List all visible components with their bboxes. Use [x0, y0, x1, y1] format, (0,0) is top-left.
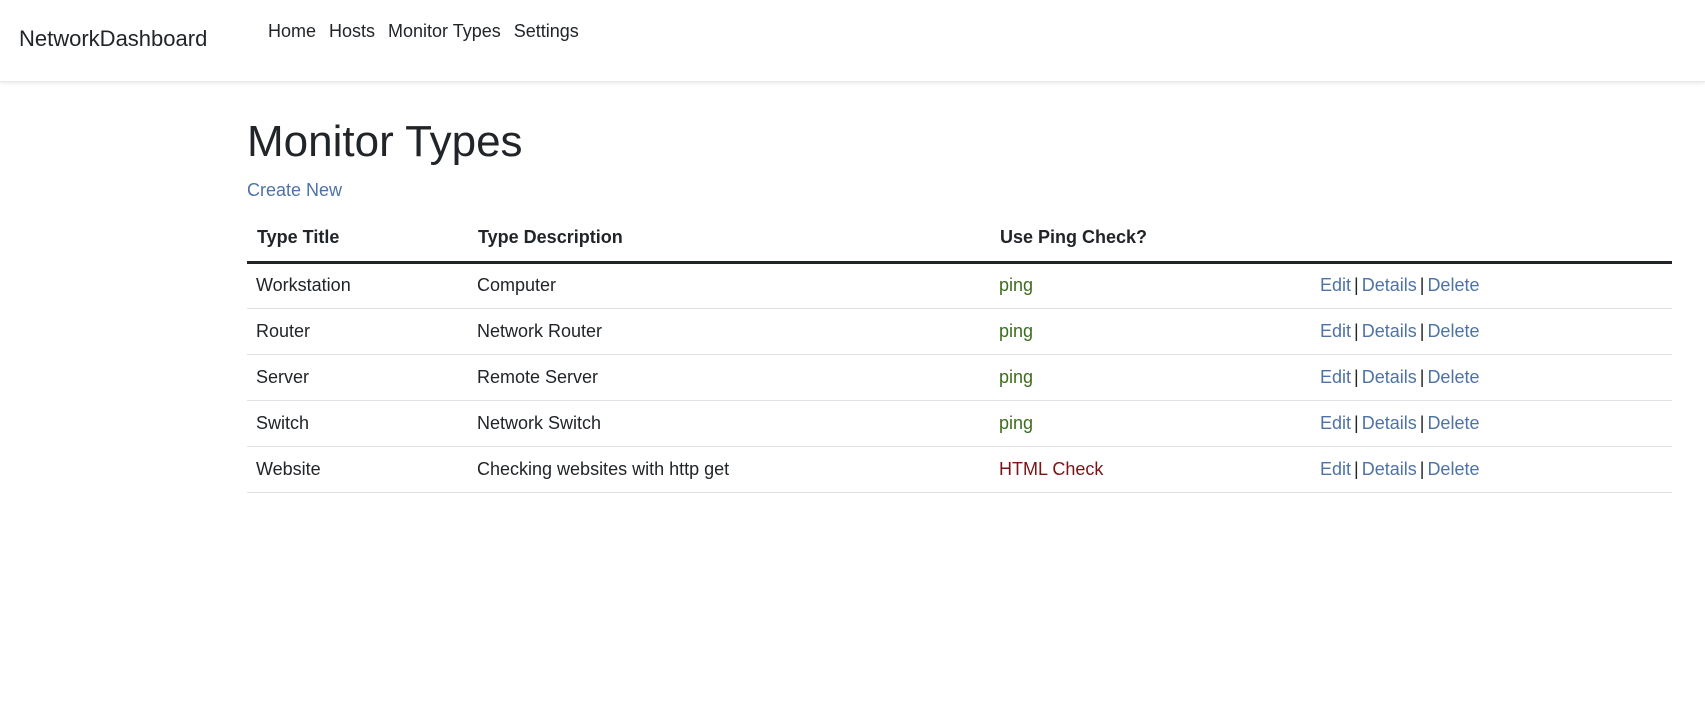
- cell-check-status: ping: [990, 308, 1311, 355]
- table-body: Workstation Computer ping Edit | Details | Dele…: [247, 262, 1672, 493]
- cell-type-title: Router: [247, 308, 468, 355]
- nav-monitor-types[interactable]: Monitor Types: [388, 21, 501, 42]
- header-type-title: Type Title: [247, 214, 468, 264]
- action-separator: |: [1354, 366, 1359, 387]
- table-row: Workstation Computer ping Edit | Details | Dele…: [247, 262, 1672, 309]
- action-separator: |: [1419, 320, 1425, 341]
- nav-settings[interactable]: Settings: [514, 21, 579, 42]
- nav-links: Home Hosts Monitor Types Settings: [268, 21, 579, 42]
- cell-type-title: Switch: [247, 400, 468, 447]
- header-type-description: Type Description: [468, 214, 990, 264]
- details-link[interactable]: Details: [1362, 367, 1417, 387]
- action-separator: |: [1354, 320, 1359, 341]
- edit-link[interactable]: Edit: [1320, 367, 1351, 387]
- delete-link[interactable]: Delete: [1427, 413, 1479, 433]
- delete-link[interactable]: Delete: [1427, 459, 1479, 479]
- nav-home[interactable]: Home: [268, 21, 316, 42]
- cell-check-status: ping: [990, 354, 1311, 401]
- cell-type-description: Network Router: [468, 308, 990, 355]
- delete-link[interactable]: Delete: [1427, 275, 1479, 295]
- table-header-row: Type Title Type Description Use Ping Che…: [247, 214, 1672, 264]
- cell-actions: Edit | Details | Delete: [1311, 400, 1672, 447]
- header-actions: [1311, 214, 1672, 264]
- details-link[interactable]: Details: [1362, 459, 1417, 479]
- action-separator: |: [1419, 366, 1425, 387]
- action-separator: |: [1419, 275, 1425, 296]
- details-link[interactable]: Details: [1362, 413, 1417, 433]
- nav-hosts[interactable]: Hosts: [329, 21, 375, 42]
- action-separator: |: [1419, 458, 1425, 479]
- cell-check-status: ping: [990, 400, 1311, 447]
- details-link[interactable]: Details: [1362, 275, 1417, 295]
- table-row: Website Checking websites with http get HT…: [247, 446, 1672, 493]
- cell-actions: Edit | Details | Delete: [1311, 308, 1672, 355]
- edit-link[interactable]: Edit: [1320, 413, 1351, 433]
- action-separator: |: [1419, 412, 1425, 433]
- cell-type-description: Remote Server: [468, 354, 990, 401]
- page-title: Monitor Types: [247, 117, 523, 166]
- cell-type-title: Website: [247, 446, 468, 493]
- table-row: Router Network Router ping Edit | Details | Del…: [247, 308, 1672, 355]
- table-row: Server Remote Server ping Edit | Details | Dele…: [247, 354, 1672, 401]
- cell-actions: Edit | Details | Delete: [1311, 446, 1672, 493]
- action-separator: |: [1354, 458, 1359, 479]
- navbar: NetworkDashboard Home Hosts Monitor Type…: [0, 0, 1705, 82]
- cell-type-title: Server: [247, 354, 468, 401]
- cell-type-description: Computer: [468, 262, 990, 309]
- edit-link[interactable]: Edit: [1320, 321, 1351, 341]
- action-separator: |: [1354, 412, 1359, 433]
- cell-actions: Edit | Details | Delete: [1311, 262, 1672, 309]
- cell-check-status: ping: [990, 262, 1311, 309]
- header-use-ping-check: Use Ping Check?: [990, 214, 1311, 264]
- delete-link[interactable]: Delete: [1427, 321, 1479, 341]
- cell-type-title: Workstation: [247, 262, 468, 309]
- cell-check-status: HTML Check: [990, 446, 1311, 493]
- create-new-link[interactable]: Create New: [247, 180, 342, 201]
- brand-link[interactable]: NetworkDashboard: [19, 26, 207, 52]
- cell-type-description: Network Switch: [468, 400, 990, 447]
- cell-actions: Edit | Details | Delete: [1311, 354, 1672, 401]
- monitor-types-table: Type Title Type Description Use Ping Che…: [247, 214, 1672, 493]
- details-link[interactable]: Details: [1362, 321, 1417, 341]
- action-separator: |: [1354, 275, 1359, 296]
- delete-link[interactable]: Delete: [1427, 367, 1479, 387]
- edit-link[interactable]: Edit: [1320, 275, 1351, 295]
- table-row: Switch Network Switch ping Edit | Details | Del…: [247, 400, 1672, 447]
- edit-link[interactable]: Edit: [1320, 459, 1351, 479]
- cell-type-description: Checking websites with http get: [468, 446, 990, 493]
- main-content: Monitor Types Create New Type Title Type…: [247, 117, 1672, 493]
